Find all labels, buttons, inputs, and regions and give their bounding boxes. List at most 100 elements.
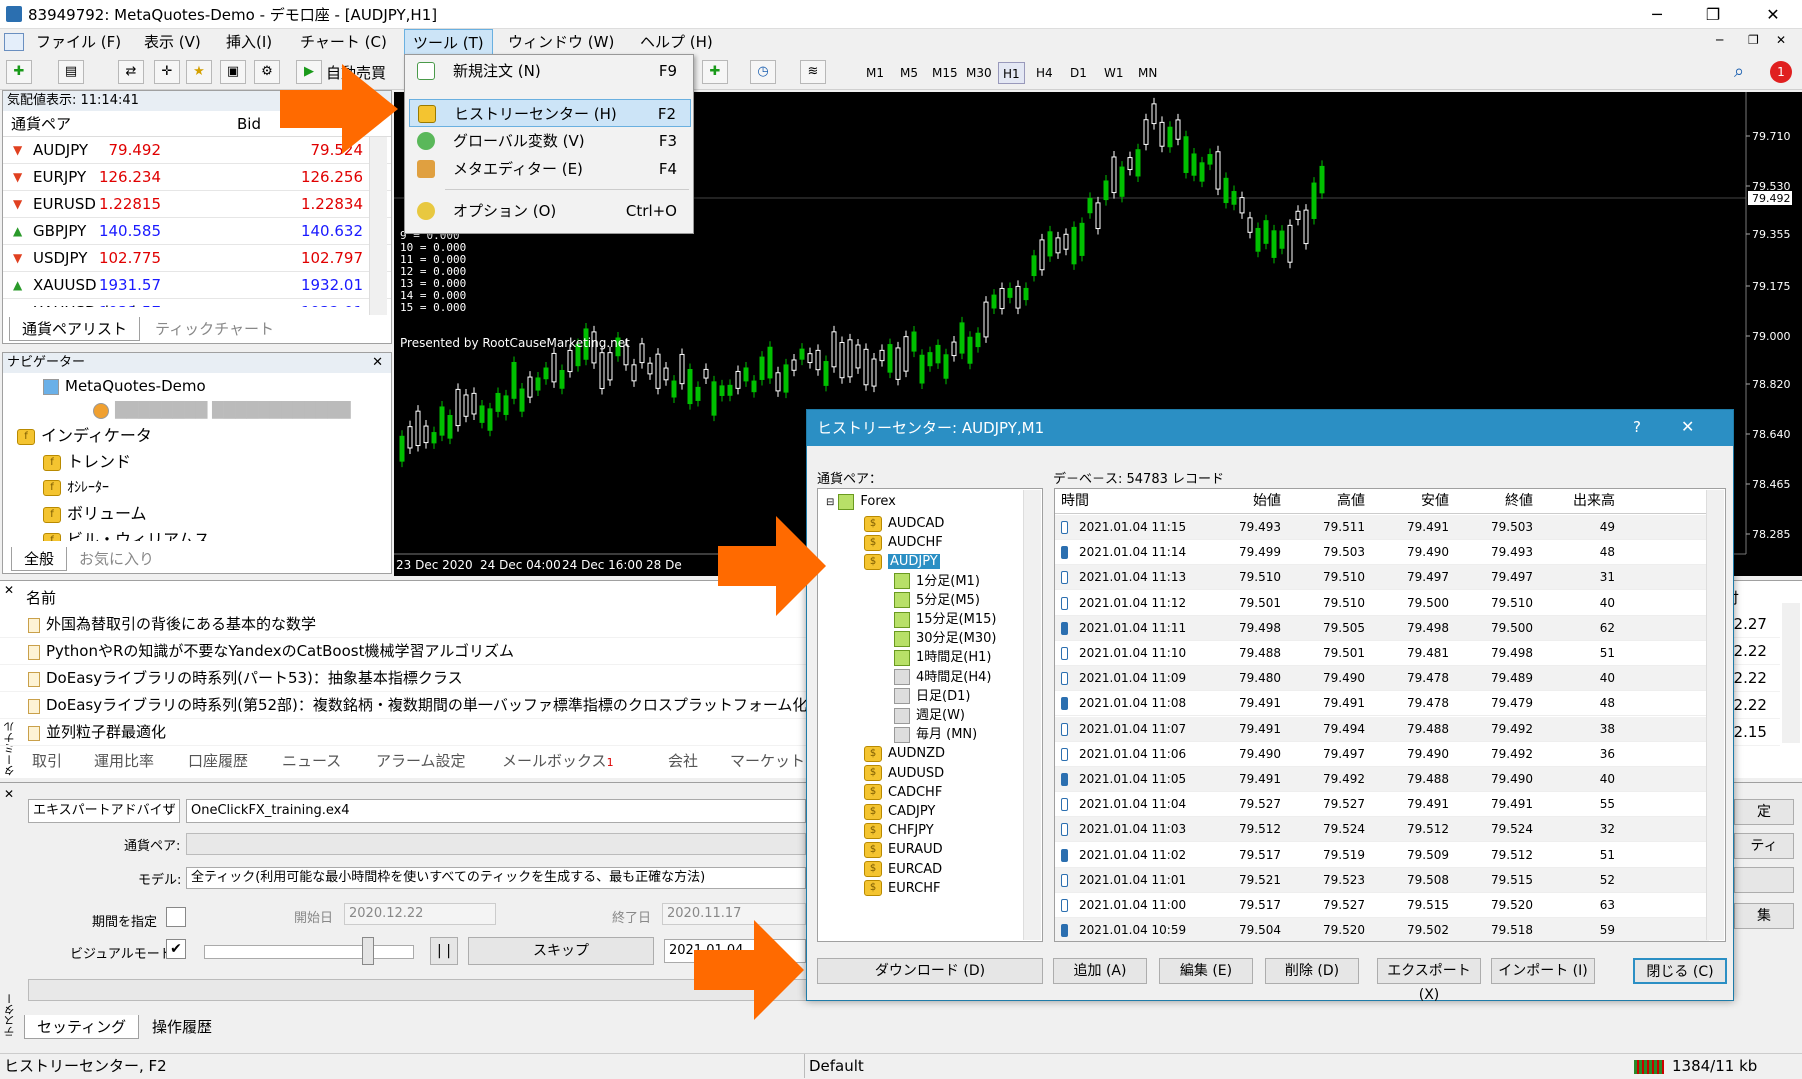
menu-chart[interactable]: チャート (C): [292, 29, 395, 55]
close-dialog-button[interactable]: 閉じる (C): [1633, 958, 1727, 984]
nav-oscillator[interactable]: f ｵｼﾚｰﾀｰ: [43, 477, 109, 499]
column-header[interactable]: 終値: [1505, 489, 1533, 514]
app-menu-icon[interactable]: [4, 33, 24, 51]
menu-help[interactable]: ヘルプ (H): [632, 29, 721, 55]
menu-item-global-vars[interactable]: グローバル変数 (V) F3: [409, 127, 691, 155]
col-bid[interactable]: Bid: [237, 111, 261, 137]
history-grid[interactable]: 時間 始値 高値 安値 終値 出来高 2021.01.04 11:15 79.493 79.51…: [1054, 488, 1726, 942]
tf-h4[interactable]: H4: [1032, 62, 1057, 84]
tf-m30[interactable]: M30: [962, 62, 996, 84]
market-watch-row[interactable]: ▲ XAUUSD 1931.57 1932.01: [3, 272, 391, 299]
table-row[interactable]: 2021.01.04 11:06 79.490 79.497 79.490 79.492…: [1055, 742, 1709, 767]
collapse-icon[interactable]: ⊟: [826, 497, 834, 508]
menu-tools[interactable]: ツール (T): [404, 29, 493, 55]
nav-account-user[interactable]: ████████ ████████████: [93, 399, 350, 421]
tree-scrollbar[interactable]: [1023, 490, 1041, 940]
skip-button[interactable]: スキップ: [468, 937, 654, 965]
tf-m5[interactable]: M5: [896, 62, 922, 84]
col-name-header[interactable]: 名前: [26, 587, 56, 608]
menu-item-new-order[interactable]: 新規注文 (N) F9: [409, 57, 691, 85]
visual-checkbox[interactable]: ✔: [166, 939, 186, 959]
table-row[interactable]: 2021.01.04 11:00 79.517 79.527 79.515 79.520…: [1055, 893, 1709, 918]
table-row[interactable]: 2021.01.04 11:07 79.491 79.494 79.488 79.492…: [1055, 716, 1709, 742]
symbol-select[interactable]: [186, 833, 806, 855]
nav-volume[interactable]: f ボリューム: [43, 503, 147, 525]
close-button[interactable]: ✕: [1750, 0, 1796, 29]
tf-mn[interactable]: MN: [1134, 62, 1161, 84]
menu-item-meta-editor[interactable]: メタエディター (E) F4: [409, 155, 691, 183]
market-watch-row[interactable]: ▼ USDJPY 102.775 102.797: [3, 245, 391, 272]
template-icon[interactable]: ≋: [800, 60, 826, 84]
symbol-props-button[interactable]: ティ: [1734, 833, 1794, 859]
add-button[interactable]: 追加 (A): [1053, 958, 1147, 984]
edit-button[interactable]: 編集 (E): [1159, 958, 1253, 984]
col-symbol[interactable]: 通貨ペア: [11, 111, 71, 137]
delete-button[interactable]: 削除 (D): [1265, 958, 1359, 984]
tree-item[interactable]: $ EURCHF: [864, 878, 940, 900]
table-row[interactable]: 2021.01.04 11:14 79.499 79.503 79.490 79.493…: [1055, 540, 1709, 566]
download-button[interactable]: ダウンロード (D): [817, 958, 1043, 984]
dialog-close-button[interactable]: ✕: [1681, 417, 1694, 436]
tab-journal[interactable]: 操作履歴: [140, 1015, 224, 1039]
tf-m15[interactable]: M15: [928, 62, 962, 84]
tab-settings[interactable]: セッティング: [24, 1015, 140, 1039]
terminal-tab[interactable]: メールボックス1: [490, 749, 626, 773]
speed-slider-thumb[interactable]: [362, 937, 374, 965]
modify-expert-button[interactable]: 集: [1734, 903, 1794, 929]
table-row[interactable]: 2021.01.04 11:04 79.527 79.527 79.491 79.491…: [1055, 792, 1709, 818]
nav-bill-williams[interactable]: f ビル・ウィリアムス: [43, 529, 210, 541]
table-row[interactable]: 2021.01.04 11:08 79.491 79.491 79.478 79.479…: [1055, 691, 1709, 717]
expert-props-button[interactable]: 定: [1734, 799, 1794, 825]
terminal-tab[interactable]: 運用比率: [82, 749, 166, 773]
menu-view[interactable]: 表示 (V): [136, 29, 209, 55]
tf-h1[interactable]: H1: [998, 62, 1025, 84]
tf-m1[interactable]: M1: [862, 62, 888, 84]
terminal-tab[interactable]: ニュース: [270, 749, 353, 773]
column-header[interactable]: 時間: [1061, 489, 1089, 514]
tab-tick-chart[interactable]: ティックチャート: [143, 317, 286, 341]
nav-account[interactable]: MetaQuotes-Demo: [43, 375, 206, 397]
open-chart-button[interactable]: [1734, 867, 1794, 893]
navigator-icon[interactable]: ★: [186, 60, 212, 84]
search-icon[interactable]: ⌕: [1734, 61, 1744, 82]
mdi-restore-icon[interactable]: ❐: [1748, 33, 1759, 47]
market-watch-row[interactable]: ▼ EURJPY 126.234 126.256: [3, 164, 391, 191]
market-watch-row[interactable]: ▼ EURUSD 1.22815 1.22834: [3, 191, 391, 218]
tree-root-forex[interactable]: ⊟ Forex: [826, 491, 896, 513]
symbol-tree[interactable]: ⊟ Forex $ AUDCAD $ AUDCHF $ AUDJPY 1分足(M1) 5分足(M5…: [817, 488, 1043, 942]
table-row[interactable]: 2021.01.04 11:09 79.480 79.490 79.478 79.489…: [1055, 666, 1709, 692]
nav-indicators[interactable]: f インディケータ: [17, 425, 152, 447]
profiles-icon[interactable]: ▤: [58, 60, 84, 84]
market-watch-row[interactable]: ▲ XAUUSDcheck 1931.57 1932.01: [3, 299, 391, 307]
terminal-tab[interactable]: アラーム設定: [364, 749, 478, 773]
start-date-field[interactable]: 2020.12.22: [344, 903, 496, 925]
help-button[interactable]: ?: [1633, 418, 1641, 436]
navigator-close-icon[interactable]: ✕: [372, 353, 383, 373]
table-row[interactable]: 2021.01.04 11:15 79.493 79.511 79.491 79.503…: [1055, 515, 1709, 540]
terminal-tab[interactable]: 口座履歴: [176, 749, 260, 773]
grid-scrollbar[interactable]: [1706, 490, 1724, 940]
market-watch-row[interactable]: ▲ GBPJPY 140.585 140.632: [3, 218, 391, 245]
import-button[interactable]: インポート (I): [1491, 958, 1595, 984]
expert-file-select[interactable]: OneClickFX_training.ex4: [186, 799, 806, 823]
model-select[interactable]: 全ティック(利用可能な最小時間枠を使いすべてのティックを生成する、最も正確な方法…: [186, 867, 806, 889]
crosshair-icon[interactable]: ✛: [154, 60, 180, 84]
tester-icon[interactable]: ⚙: [254, 60, 280, 84]
table-row[interactable]: 2021.01.04 11:01 79.521 79.523 79.508 79.515…: [1055, 867, 1709, 893]
new-chart-icon[interactable]: ✚: [6, 60, 32, 84]
notification-badge[interactable]: 1: [1770, 61, 1792, 83]
terminal-tab[interactable]: 会社: [656, 749, 710, 773]
menu-item-history-center[interactable]: ヒストリーセンター (H) F2: [409, 99, 691, 127]
nav-trend[interactable]: f トレンド: [43, 451, 131, 473]
minimize-button[interactable]: ─: [1634, 0, 1680, 29]
table-row[interactable]: 2021.01.04 11:05 79.491 79.492 79.488 79.490…: [1055, 767, 1709, 792]
period-checkbox[interactable]: [166, 907, 186, 927]
mdi-close-icon[interactable]: ✕: [1776, 33, 1786, 47]
market-watch-icon[interactable]: ⇄: [118, 60, 144, 84]
table-row[interactable]: 2021.01.04 11:10 79.488 79.501 79.481 79.498…: [1055, 641, 1709, 666]
tab-favorites[interactable]: お気に入り: [67, 547, 166, 571]
terminal-tab[interactable]: 取引: [20, 749, 74, 773]
column-header[interactable]: 安値: [1421, 489, 1449, 514]
table-row[interactable]: 2021.01.04 11:13 79.510 79.510 79.497 79.497…: [1055, 565, 1709, 591]
menu-insert[interactable]: 挿入(I): [218, 29, 280, 55]
